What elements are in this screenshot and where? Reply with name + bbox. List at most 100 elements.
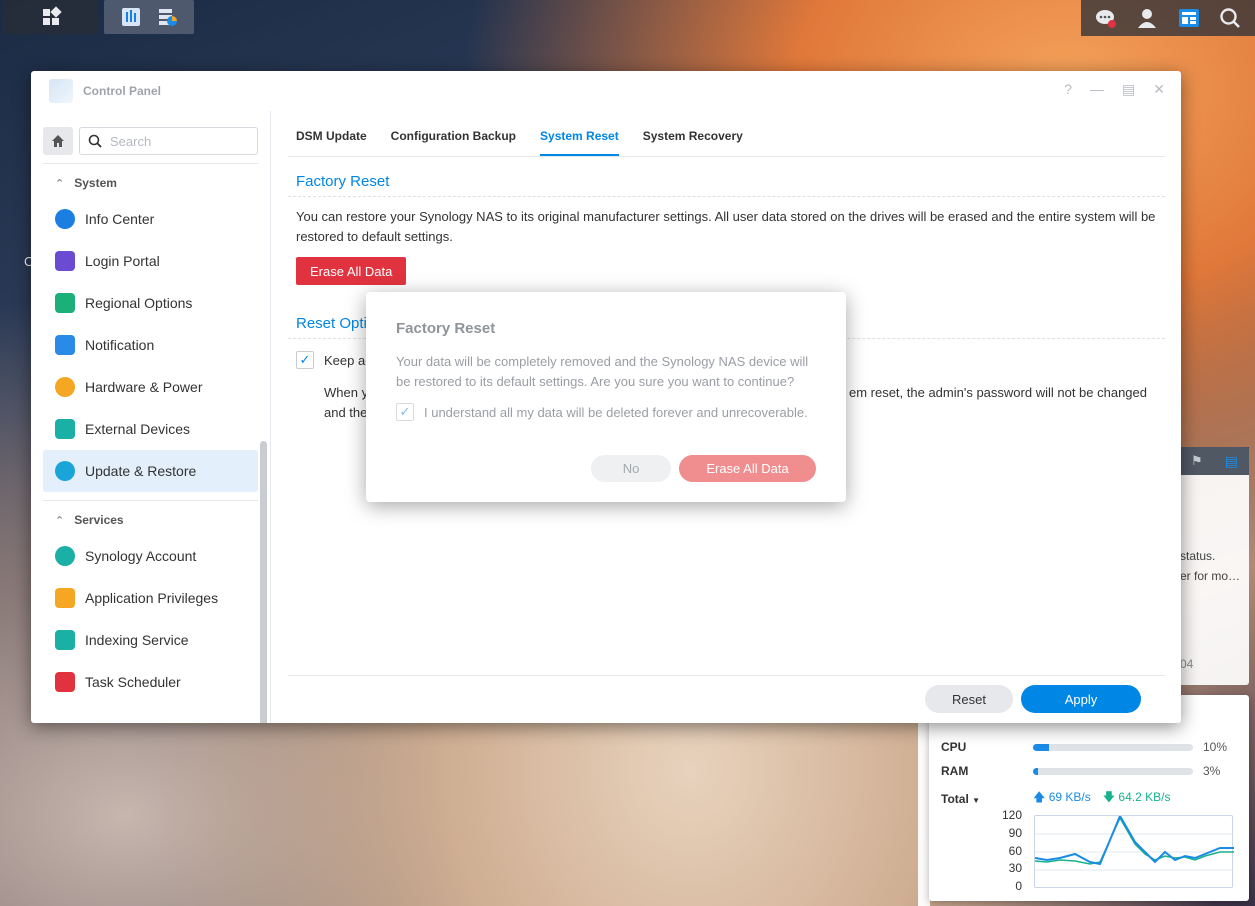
tab-system-recovery[interactable]: System Recovery (643, 129, 743, 156)
login-portal-icon (55, 251, 75, 271)
group-label: Services (74, 513, 124, 527)
home-icon (52, 135, 64, 147)
y-tick: 0 (1015, 879, 1022, 893)
chevron-up-icon: ⌃ (55, 514, 65, 527)
regional-options-icon (55, 293, 75, 313)
sidebar-item-external-devices[interactable]: External Devices (43, 408, 258, 450)
taskbar-right (1081, 0, 1255, 36)
y-tick: 90 (1008, 826, 1022, 840)
confirm-checkbox[interactable]: ✓ (396, 403, 414, 421)
sidebar-item-regional-options[interactable]: Regional Options (43, 282, 258, 324)
sidebar-item-task-scheduler[interactable]: Task Scheduler (43, 661, 258, 703)
sidebar-item-info-center[interactable]: Info Center (43, 198, 258, 240)
search-box (79, 127, 258, 155)
group-header-services[interactable]: ⌃ Services (31, 501, 270, 535)
window-title: Control Panel (83, 84, 162, 98)
sidebar-item-synology-account[interactable]: Synology Account (43, 535, 258, 577)
widget-text: er for mo… (1180, 569, 1241, 583)
upload-arrow-icon: 🡅 (1033, 790, 1046, 804)
apply-button[interactable]: Apply (1021, 685, 1141, 713)
pin-icon[interactable]: ⚑ (1191, 453, 1203, 469)
sidebar-item-hardware-power[interactable]: Hardware & Power (43, 366, 258, 408)
control-panel-icon (49, 79, 73, 103)
upload-speed: 🡅 69 KB/s (1033, 788, 1091, 809)
sidebar: ⌃ System Info Center Login Portal Region… (31, 111, 271, 723)
download-arrow-icon: 🡇 (1102, 790, 1116, 804)
total-dropdown[interactable]: Total ▼ (941, 792, 1033, 806)
download-value: 64.2 KB/s (1118, 790, 1171, 804)
confirm-erase-button[interactable]: Erase All Data (679, 455, 816, 482)
synology-account-icon (55, 546, 75, 566)
tab-system-reset[interactable]: System Reset (540, 129, 619, 156)
confirm-label: I understand all my data will be deleted… (424, 404, 808, 420)
external-devices-icon (55, 419, 75, 439)
network-chart-svg (1034, 813, 1234, 871)
maximize-icon[interactable]: ▤ (1122, 81, 1135, 98)
window-controls: ? — ▤ ✕ (1064, 81, 1165, 98)
ram-label: RAM (941, 764, 969, 778)
group-header-system[interactable]: ⌃ System (31, 164, 270, 198)
taskbar-left (0, 0, 197, 36)
sidebar-item-login-portal[interactable]: Login Portal (43, 240, 258, 282)
dialog-title: Factory Reset (396, 320, 496, 337)
network-row: Total ▼ 🡅 69 KB/s 🡇 64.2 KB/s (941, 788, 1182, 809)
section-title-factory-reset: Factory Reset (288, 157, 1165, 197)
sidebar-item-label: External Devices (85, 421, 191, 437)
sidebar-item-label: Info Center (85, 211, 155, 227)
home-button[interactable] (43, 127, 73, 155)
ram-bar-fill (1033, 767, 1038, 775)
notification-icon (55, 335, 75, 355)
download-speed: 🡇 64.2 KB/s (1103, 788, 1171, 809)
close-icon[interactable]: ✕ (1153, 81, 1165, 98)
panel-icon[interactable]: ▤ (1225, 453, 1238, 470)
sidebar-item-label: Indexing Service (85, 632, 189, 648)
factory-reset-description: You can restore your Synology NAS to its… (296, 209, 1156, 244)
sidebar-scrollbar[interactable] (260, 441, 267, 723)
sidebar-item-label: Notification (85, 337, 155, 353)
description-part: When y (324, 385, 369, 400)
sidebar-item-update-restore[interactable]: Update & Restore (43, 450, 258, 492)
network-chart (1034, 813, 1234, 888)
tab-configuration-backup[interactable]: Configuration Backup (391, 129, 516, 156)
dialog-message: Your data will be completely removed and… (396, 354, 809, 389)
storage-manager-icon[interactable] (156, 6, 178, 28)
update-restore-icon (55, 461, 75, 481)
erase-all-data-button[interactable]: Erase All Data (296, 257, 407, 285)
no-button[interactable]: No (591, 455, 671, 482)
tab-dsm-update[interactable]: DSM Update (296, 129, 367, 156)
indexing-service-icon (55, 630, 75, 650)
sidebar-top (31, 111, 270, 163)
sidebar-item-label: Login Portal (85, 253, 160, 269)
sidebar-item-label: Application Privileges (85, 590, 219, 606)
minimize-icon[interactable]: — (1090, 81, 1104, 98)
keep-label: Keep ac (324, 352, 372, 368)
y-tick: 30 (1008, 861, 1022, 875)
footer: Reset Apply (288, 675, 1165, 723)
widgets-icon[interactable] (1178, 7, 1200, 29)
widget-text: 04 (1180, 657, 1194, 671)
user-icon[interactable] (1136, 7, 1158, 29)
search-input[interactable] (110, 133, 240, 149)
ram-bar (1033, 767, 1193, 775)
cpu-bar (1033, 743, 1193, 751)
help-icon[interactable]: ? (1064, 81, 1072, 98)
sidebar-item-notification[interactable]: Notification (43, 324, 258, 366)
reset-button[interactable]: Reset (925, 685, 1013, 713)
keep-checkbox[interactable]: ✓ (296, 351, 314, 369)
titlebar[interactable]: Control Panel ? — ▤ ✕ (31, 71, 1181, 111)
y-tick: 120 (1001, 808, 1022, 822)
upload-value: 69 KB/s (1048, 790, 1091, 804)
caret-down-icon: ▼ (972, 795, 981, 805)
main-menu-button[interactable] (3, 0, 98, 34)
cpu-row: CPU 10% (941, 740, 1227, 754)
control-panel-icon[interactable] (120, 6, 142, 28)
sidebar-item-indexing-service[interactable]: Indexing Service (43, 619, 258, 661)
lightbulb-icon (55, 377, 75, 397)
cpu-bar-fill (1033, 743, 1049, 751)
sidebar-item-label: Task Scheduler (85, 674, 181, 690)
search-icon[interactable] (1219, 7, 1241, 29)
sidebar-item-application-privileges[interactable]: Application Privileges (43, 577, 258, 619)
sidebar-item-label: Synology Account (85, 548, 197, 564)
chat-icon[interactable] (1095, 7, 1117, 29)
y-tick: 60 (1008, 844, 1022, 858)
